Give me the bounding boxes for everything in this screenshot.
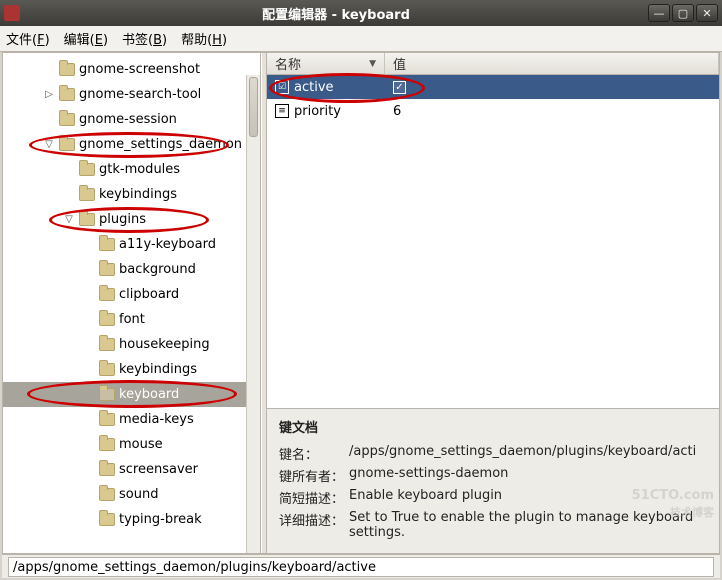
tree-node-plugins[interactable]: ▽ plugins [3,207,260,232]
folder-icon [99,288,115,301]
folder-icon [99,263,115,276]
tree-pane[interactable]: gnome-screenshot ▷ gnome-search-tool gnome-… [3,53,261,553]
doc-short: Enable keyboard plugin [349,488,707,507]
tree-label: gtk-modules [99,162,180,177]
folder-icon [99,413,115,426]
minimize-button[interactable]: — [648,4,670,22]
folder-icon [99,513,115,526]
table-row[interactable]: ≡ priority 6 [267,99,719,123]
key-doc-pane: 键文档 键名：/apps/gnome_settings_daemon/plugi… [267,409,719,553]
tree-label: a11y-keyboard [119,237,216,252]
tree-label: keybindings [119,362,197,377]
doc-long: Set to True to enable the plugin to mana… [349,510,707,540]
tree-node-clipboard[interactable]: clipboard [3,282,260,307]
tree-label: gnome-session [79,112,177,127]
tree-label: screensaver [119,462,198,477]
menu-file[interactable]: 文件(F) [6,29,50,48]
tree-node-media-keys[interactable]: media-keys [3,407,260,432]
column-header-name[interactable]: 名称▼ [267,53,385,74]
folder-icon [99,363,115,376]
tree-node-keyboard[interactable]: keyboard [3,382,260,407]
tree-node-font[interactable]: font [3,307,260,332]
folder-icon [79,163,95,176]
scrollbar-thumb[interactable] [249,77,258,137]
doc-owner-label: 键所有者： [279,466,349,485]
tree-node-keybindings[interactable]: keybindings [3,182,260,207]
key-type-icon: ☑ [275,80,289,94]
tree-label: sound [119,487,158,502]
tree-label: typing-break [119,512,202,527]
tree-label: gnome_settings_daemon [79,137,242,152]
tree-label: media-keys [119,412,194,427]
tree-node-gnome-session[interactable]: gnome-session [3,107,260,132]
app-icon [4,5,20,21]
tree-node-typing-break[interactable]: typing-break [3,507,260,532]
expander-icon[interactable]: ▷ [43,89,55,100]
doc-owner: gnome-settings-daemon [349,466,707,485]
menu-help[interactable]: 帮助(H) [181,29,227,48]
tree-node-sound[interactable]: sound [3,482,260,507]
folder-icon [79,188,95,201]
doc-long-label: 详细描述： [279,510,349,540]
status-path: /apps/gnome_settings_daemon/plugins/keyb… [8,557,714,577]
tree-node-a11y-keyboard[interactable]: a11y-keyboard [3,232,260,257]
folder-icon [99,463,115,476]
table-row[interactable]: ☑ active ✓ [267,75,719,99]
tree-node-mouse[interactable]: mouse [3,432,260,457]
tree-node-gnome-search-tool[interactable]: ▷ gnome-search-tool [3,82,260,107]
tree-node-keybindings2[interactable]: keybindings [3,357,260,382]
column-header-value[interactable]: 值 [385,53,719,74]
tree-label: font [119,312,145,327]
doc-keyname: /apps/gnome_settings_daemon/plugins/keyb… [349,444,707,463]
statusbar: /apps/gnome_settings_daemon/plugins/keyb… [2,554,720,578]
scrollbar[interactable] [246,75,260,553]
folder-icon [59,63,75,76]
window-title: 配置编辑器 - keyboard [26,4,646,23]
checkbox-icon[interactable]: ✓ [393,81,406,94]
folder-icon [99,238,115,251]
key-table: 名称▼ 值 ☑ active ✓ ≡ priority 6 [267,53,719,409]
tree-label: clipboard [119,287,179,302]
doc-heading: 键文档 [279,417,707,436]
doc-short-label: 简短描述： [279,488,349,507]
cell-key: active [294,80,334,95]
folder-icon [99,313,115,326]
folder-icon [99,488,115,501]
tree-label: keyboard [119,387,179,402]
tree-label: background [119,262,196,277]
tree-label: gnome-search-tool [79,87,201,102]
cell-value: 6 [393,104,401,119]
menu-edit[interactable]: 编辑(E) [64,29,108,48]
tree-node-gnome-settings-daemon[interactable]: ▽ gnome_settings_daemon [3,132,260,157]
tree-node-background[interactable]: background [3,257,260,282]
menu-bookmarks[interactable]: 书签(B) [122,29,167,48]
menubar: 文件(F) 编辑(E) 书签(B) 帮助(H) [0,26,722,52]
doc-keyname-label: 键名： [279,444,349,463]
folder-icon [99,388,115,401]
folder-icon [59,113,75,126]
close-button[interactable]: ✕ [696,4,718,22]
tree-label: keybindings [99,187,177,202]
tree-label: mouse [119,437,163,452]
folder-icon [99,438,115,451]
tree-node-housekeeping[interactable]: housekeeping [3,332,260,357]
tree-label: plugins [99,212,146,227]
maximize-button[interactable]: ▢ [672,4,694,22]
key-type-icon: ≡ [275,104,289,118]
tree-label: gnome-screenshot [79,62,200,77]
tree-node-gnome-screenshot[interactable]: gnome-screenshot [3,57,260,82]
folder-icon [59,138,75,151]
titlebar: 配置编辑器 - keyboard — ▢ ✕ [0,0,722,26]
cell-key: priority [294,104,341,119]
expander-icon[interactable]: ▽ [63,214,75,225]
tree-label: housekeeping [119,337,210,352]
tree-node-gtk-modules[interactable]: gtk-modules [3,157,260,182]
sort-indicator-icon: ▼ [369,59,376,69]
folder-icon [99,338,115,351]
folder-icon [79,213,95,226]
tree-node-screensaver[interactable]: screensaver [3,457,260,482]
folder-icon [59,88,75,101]
expander-icon[interactable]: ▽ [43,139,55,150]
